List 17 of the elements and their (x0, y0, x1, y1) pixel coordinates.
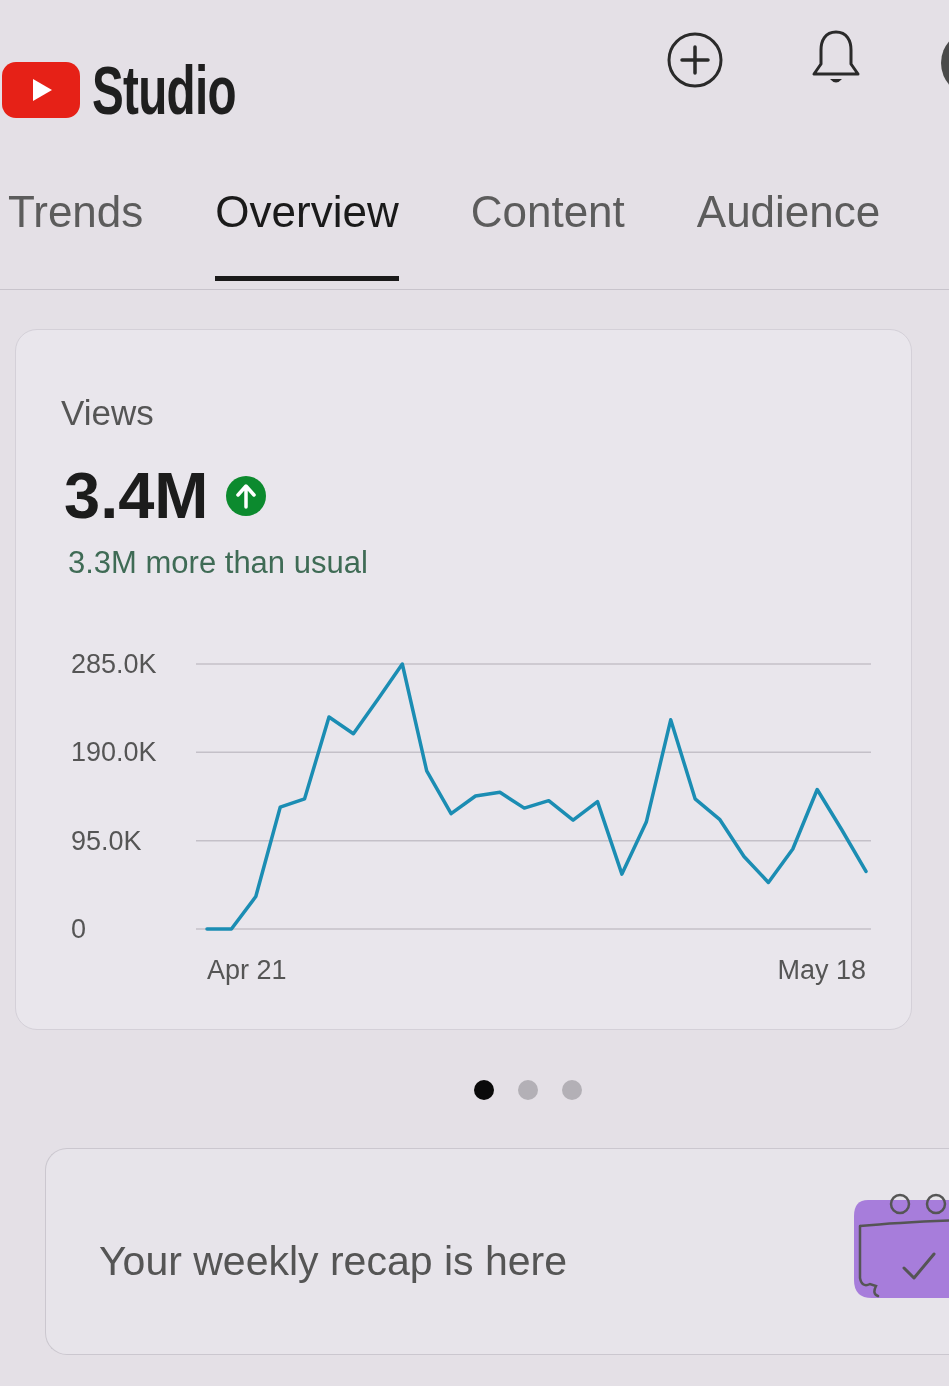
metric-title: Views (61, 393, 154, 433)
y-axis-label: 190.0K (71, 737, 157, 768)
tab[interactable]: Trends (8, 165, 144, 289)
metric-value: 3.4M (64, 461, 209, 531)
recap-text: Your weekly recap is here (99, 1237, 567, 1285)
comparison-text: 3.3M more than usual (68, 545, 368, 581)
y-axis-label: 0 (71, 914, 87, 944)
x-axis-label: May 18 (777, 955, 866, 985)
logo-icon (2, 62, 80, 118)
add-icon[interactable] (667, 32, 723, 88)
tab[interactable]: Audience (696, 165, 881, 289)
logo-text: Studio (92, 56, 236, 124)
tab[interactable]: Content (470, 165, 625, 289)
tab[interactable]: Overview (215, 165, 399, 289)
y-axis-label: 285.0K (71, 649, 157, 679)
y-axis-label: 95.0K (71, 825, 142, 856)
x-axis-label: Apr 21 (207, 955, 287, 985)
